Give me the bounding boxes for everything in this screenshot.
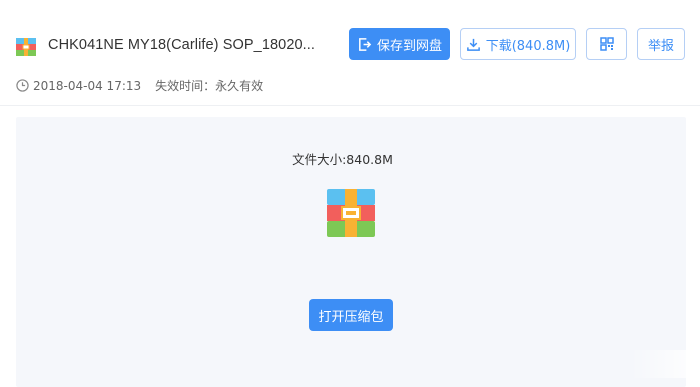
qrcode-button[interactable] [586,28,627,60]
clock-icon [16,79,29,92]
archive-icon [16,38,36,56]
open-archive-label: 打开压缩包 [318,309,384,325]
file-header: CHK041NE MY18(Carlife) SOP_18020... 2018… [0,0,700,106]
download-button[interactable]: 下载(840.8M) [460,28,576,60]
save-to-cloud-button[interactable]: 保存到网盘 [349,28,450,60]
download-label: 下载(840.8M) [485,38,571,54]
expiry-text: 失效时间：永久有效 [155,79,264,93]
upload-date: 2018-04-04 17:13 [33,78,142,93]
save-label: 保存到网盘 [376,38,442,54]
save-icon [359,37,372,51]
file-size-text: 文件大小:840.8M [292,152,393,167]
file-title: CHK041NE MY18(Carlife) SOP_18020... [48,37,316,53]
report-label: 举报 [647,38,674,54]
qrcode-icon [599,37,614,51]
edge-fade [630,350,700,378]
download-icon [466,38,480,51]
report-button[interactable]: 举报 [637,28,685,60]
archive-large-icon [327,189,375,237]
file-meta: 2018-04-04 17:13 失效时间：永久有效 [16,77,263,94]
open-archive-button[interactable]: 打开压缩包 [309,299,393,331]
